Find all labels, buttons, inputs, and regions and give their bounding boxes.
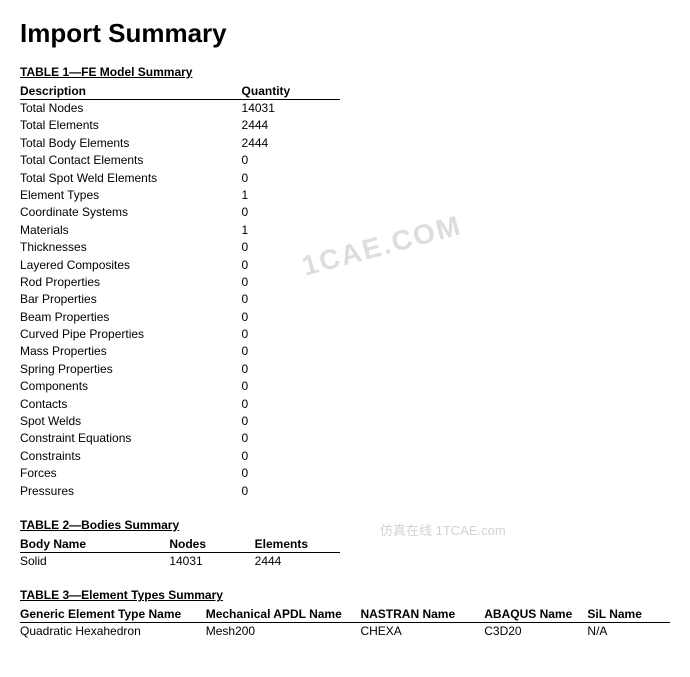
table-row: Pressures0 [20, 483, 340, 500]
table1-cell-qty: 14031 [242, 100, 340, 118]
table2-col-elements: Elements [255, 536, 340, 553]
table3-cell: N/A [587, 623, 670, 641]
table3-col-nastr: NASTRAN Name [360, 606, 484, 623]
table1-cell-qty: 0 [242, 274, 340, 291]
table1-cell-desc: Total Nodes [20, 100, 242, 118]
table-row: Layered Composites0 [20, 257, 340, 274]
table-row: Bar Properties0 [20, 291, 340, 308]
table-row: Coordinate Systems0 [20, 204, 340, 221]
table-row: Components0 [20, 378, 340, 395]
table-row: Rod Properties0 [20, 274, 340, 291]
table1-cell-desc: Materials [20, 222, 242, 239]
table1-cell-qty: 0 [242, 361, 340, 378]
table-row: Thicknesses0 [20, 239, 340, 256]
table-row: Mass Properties0 [20, 343, 340, 360]
table-row: Total Contact Elements0 [20, 152, 340, 169]
table1-cell-desc: Coordinate Systems [20, 204, 242, 221]
table3-cell: CHEXA [360, 623, 484, 641]
table1-cell-qty: 0 [242, 413, 340, 430]
table-row: Constraints0 [20, 448, 340, 465]
table1: Description Quantity Total Nodes14031Tot… [20, 83, 340, 500]
table1-cell-desc: Constraint Equations [20, 430, 242, 447]
table1-cell-desc: Element Types [20, 187, 242, 204]
table-row: Total Body Elements2444 [20, 135, 340, 152]
table3-col-gen: Generic Element Type Name [20, 606, 206, 623]
table-row: Spring Properties0 [20, 361, 340, 378]
table1-cell-desc: Beam Properties [20, 309, 242, 326]
table-row: Total Nodes14031 [20, 100, 340, 118]
table-row: Solid140312444 [20, 552, 340, 570]
table1-cell-desc: Rod Properties [20, 274, 242, 291]
table1-cell-desc: Mass Properties [20, 343, 242, 360]
table2-title: TABLE 2—Bodies Summary [20, 518, 670, 532]
table1-cell-desc: Spring Properties [20, 361, 242, 378]
table3-col-sln: SiL Name [587, 606, 670, 623]
table1-cell-qty: 0 [242, 326, 340, 343]
table1-cell-desc: Curved Pipe Properties [20, 326, 242, 343]
table1-col-description: Description [20, 83, 242, 100]
table-row: Constraint Equations0 [20, 430, 340, 447]
table3-cell: C3D20 [484, 623, 587, 641]
table1-cell-desc: Layered Composites [20, 257, 242, 274]
table-row: Contacts0 [20, 396, 340, 413]
table2-cell: Solid [20, 552, 169, 570]
table1-cell-desc: Constraints [20, 448, 242, 465]
table2-cell: 14031 [169, 552, 254, 570]
table1-cell-desc: Components [20, 378, 242, 395]
table1-cell-qty: 0 [242, 239, 340, 256]
table-row: Spot Welds0 [20, 413, 340, 430]
table1-cell-qty: 2444 [242, 135, 340, 152]
table1-cell-desc: Thicknesses [20, 239, 242, 256]
table1-cell-qty: 0 [242, 378, 340, 395]
table-row: Total Elements2444 [20, 117, 340, 134]
table3-title: TABLE 3—Element Types Summary [20, 588, 670, 602]
table1-cell-desc: Pressures [20, 483, 242, 500]
table1-title: TABLE 1—FE Model Summary [20, 65, 670, 79]
table1-cell-desc: Total Contact Elements [20, 152, 242, 169]
table1-cell-desc: Spot Welds [20, 413, 242, 430]
table-row: Quadratic HexahedronMesh200CHEXAC3D20N/A [20, 623, 670, 641]
table-row: Forces0 [20, 465, 340, 482]
table1-cell-qty: 0 [242, 152, 340, 169]
table2-col-body: Body Name [20, 536, 169, 553]
table1-section: TABLE 1—FE Model Summary Description Qua… [20, 65, 670, 500]
table3-col-mech: Mechanical APDL Name [206, 606, 361, 623]
table1-cell-qty: 0 [242, 448, 340, 465]
table2-cell: 2444 [255, 552, 340, 570]
table1-cell-qty: 0 [242, 257, 340, 274]
table1-cell-desc: Total Body Elements [20, 135, 242, 152]
table1-cell-qty: 0 [242, 343, 340, 360]
table3-section: TABLE 3—Element Types Summary Generic El… [20, 588, 670, 640]
table1-cell-desc: Bar Properties [20, 291, 242, 308]
page-title: Import Summary [20, 18, 670, 49]
table1-cell-qty: 0 [242, 291, 340, 308]
table1-cell-qty: 0 [242, 465, 340, 482]
table3: Generic Element Type Name Mechanical APD… [20, 606, 670, 640]
table-row: Element Types1 [20, 187, 340, 204]
table1-cell-qty: 0 [242, 204, 340, 221]
table1-cell-qty: 1 [242, 187, 340, 204]
table-row: Beam Properties0 [20, 309, 340, 326]
table1-cell-desc: Total Elements [20, 117, 242, 134]
table-row: Materials1 [20, 222, 340, 239]
table1-cell-qty: 2444 [242, 117, 340, 134]
table1-cell-qty: 0 [242, 430, 340, 447]
table1-cell-qty: 1 [242, 222, 340, 239]
table1-cell-qty: 0 [242, 396, 340, 413]
table2-section: TABLE 2—Bodies Summary Body Name Nodes E… [20, 518, 670, 570]
table3-cell: Mesh200 [206, 623, 361, 641]
table1-col-quantity: Quantity [242, 83, 340, 100]
table2: Body Name Nodes Elements Solid140312444 [20, 536, 340, 570]
table1-cell-qty: 0 [242, 483, 340, 500]
table1-cell-qty: 0 [242, 170, 340, 187]
table-row: Curved Pipe Properties0 [20, 326, 340, 343]
table2-col-nodes: Nodes [169, 536, 254, 553]
table3-cell: Quadratic Hexahedron [20, 623, 206, 641]
table1-cell-desc: Total Spot Weld Elements [20, 170, 242, 187]
table1-cell-qty: 0 [242, 309, 340, 326]
table-row: Total Spot Weld Elements0 [20, 170, 340, 187]
table1-cell-desc: Contacts [20, 396, 242, 413]
table1-cell-desc: Forces [20, 465, 242, 482]
table3-col-abq: ABAQUS Name [484, 606, 587, 623]
